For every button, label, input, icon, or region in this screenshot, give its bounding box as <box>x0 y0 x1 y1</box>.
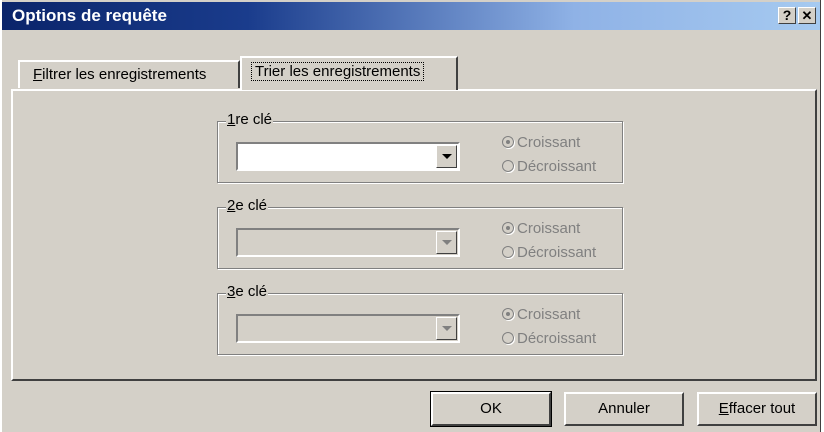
dropdown-button[interactable] <box>436 231 457 254</box>
dropdown-button[interactable] <box>436 317 457 340</box>
sort-key-3-group: 3e clé Croissant Décroissant <box>217 283 623 355</box>
tab-strip: Filtrer les enregistrements Trier les en… <box>0 56 820 92</box>
radio-selected-icon <box>502 136 514 148</box>
radio-selected-icon <box>502 308 514 320</box>
tab-filter-records[interactable]: Filtrer les enregistrements <box>18 60 240 88</box>
dropdown-button[interactable] <box>436 145 457 168</box>
radio-empty-icon <box>502 160 514 172</box>
chevron-down-icon <box>442 240 452 245</box>
sort-tab-panel: 1re clé Croissant Décroissant 2e clé Cro… <box>11 89 817 381</box>
sort-key-1-group: 1re clé Croissant Décroissant <box>217 111 623 183</box>
sort-key-1-label: 1re clé <box>226 111 274 128</box>
sort-key-2-group: 2e clé Croissant Décroissant <box>217 197 623 269</box>
clear-all-button[interactable]: Effacer tout <box>697 392 817 426</box>
sort-key-1-combo[interactable] <box>236 142 460 171</box>
tab-label: Trier les enregistrements <box>251 62 425 81</box>
help-button[interactable]: ? <box>778 7 796 24</box>
chevron-down-icon <box>442 154 452 159</box>
sort-key-2-label: 2e clé <box>226 197 269 214</box>
sort-key-2-ascending-radio[interactable]: Croissant <box>502 220 580 237</box>
radio-empty-icon <box>502 246 514 258</box>
radio-selected-icon <box>502 222 514 234</box>
tab-label: Filtrer les enregistrements <box>33 66 207 83</box>
sort-key-3-combo[interactable] <box>236 314 460 343</box>
title-bar[interactable]: Options de requête ? ✕ <box>2 2 820 30</box>
sort-key-2-combo[interactable] <box>236 228 460 257</box>
sort-key-1-ascending-radio[interactable]: Croissant <box>502 134 580 151</box>
sort-key-1-descending-radio[interactable]: Décroissant <box>502 158 596 175</box>
radio-empty-icon <box>502 332 514 344</box>
chevron-down-icon <box>442 326 452 331</box>
sort-key-3-label: 3e clé <box>226 283 269 300</box>
tab-sort-records[interactable]: Trier les enregistrements <box>240 56 458 90</box>
sort-key-2-descending-radio[interactable]: Décroissant <box>502 244 596 261</box>
dialog-window: Options de requête ? ✕ Filtrer les enreg… <box>0 0 821 432</box>
close-button[interactable]: ✕ <box>798 7 816 24</box>
ok-button[interactable]: OK <box>430 391 552 427</box>
sort-key-3-ascending-radio[interactable]: Croissant <box>502 306 580 323</box>
cancel-button[interactable]: Annuler <box>564 392 684 426</box>
window-title: Options de requête <box>12 6 167 25</box>
sort-key-3-descending-radio[interactable]: Décroissant <box>502 330 596 347</box>
